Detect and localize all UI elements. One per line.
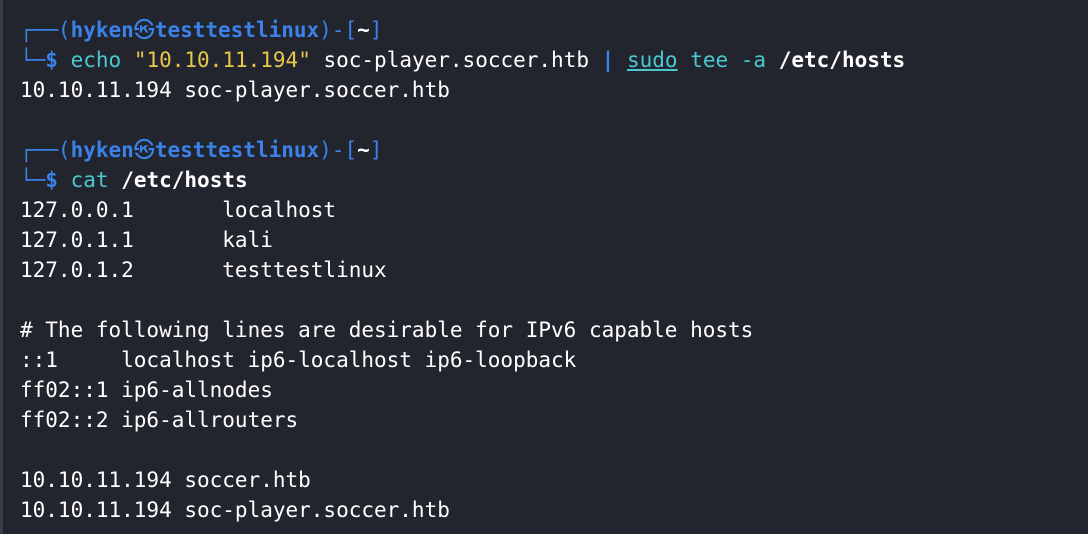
output-line: 127.0.0.1 localhost: [20, 198, 337, 222]
output-line: ::1 localhost ip6-localhost ip6-loopback: [20, 348, 577, 372]
output-line: ff02::2 ip6-allrouters: [20, 408, 299, 432]
skull-icon: ㉿: [133, 138, 155, 162]
prompt-user: hyken: [70, 18, 134, 42]
command-arg: soc-player.soccer.htb: [310, 48, 602, 72]
pipe-symbol: |: [601, 48, 615, 72]
prompt-line: ┌──(hyken㉿testtestlinux)-[~]: [20, 138, 383, 162]
prompt-cwd: ~: [357, 138, 370, 162]
output-line: # The following lines are desirable for …: [20, 318, 754, 342]
command-string-arg: "10.10.11.194": [133, 48, 311, 72]
command-program: cat: [70, 168, 109, 192]
skull-icon: ㉿: [133, 18, 155, 42]
prompt-host: testtestlinux: [154, 138, 320, 162]
prompt-cwd: ~: [357, 18, 370, 42]
prompt-symbol: $: [45, 168, 71, 192]
command-line[interactable]: └─$ echo "10.10.11.194" soc-player.socce…: [3, 45, 1088, 75]
output-line: 127.0.1.2 testtestlinux: [20, 258, 387, 282]
prompt-host: testtestlinux: [154, 18, 320, 42]
prompt-symbol: $: [45, 48, 71, 72]
command-program: echo: [70, 48, 122, 72]
target-path: /etc/hosts: [778, 48, 906, 72]
tee-flag: -a: [740, 48, 767, 72]
output-line: 10.10.11.194 soc-player.soccer.htb: [20, 78, 450, 102]
output-line: 10.10.11.194 soccer.htb: [20, 468, 311, 492]
target-path: /etc/hosts: [121, 168, 248, 192]
output-line: ff02::1 ip6-allnodes: [20, 378, 273, 402]
terminal-window[interactable]: ┌──(hyken㉿testtestlinux)-[~] └─$ echo "1…: [0, 0, 1088, 534]
command-line[interactable]: └─$ cat /etc/hosts: [3, 165, 1088, 195]
output-line: 10.10.11.194 soc-player.soccer.htb: [20, 498, 450, 522]
prompt-user: hyken: [70, 138, 134, 162]
output-line: 127.0.1.1 kali: [20, 228, 273, 252]
prompt-line: ┌──(hyken㉿testtestlinux)-[~]: [20, 18, 383, 42]
sudo-command: sudo: [626, 48, 678, 72]
tee-command: tee: [690, 48, 729, 72]
